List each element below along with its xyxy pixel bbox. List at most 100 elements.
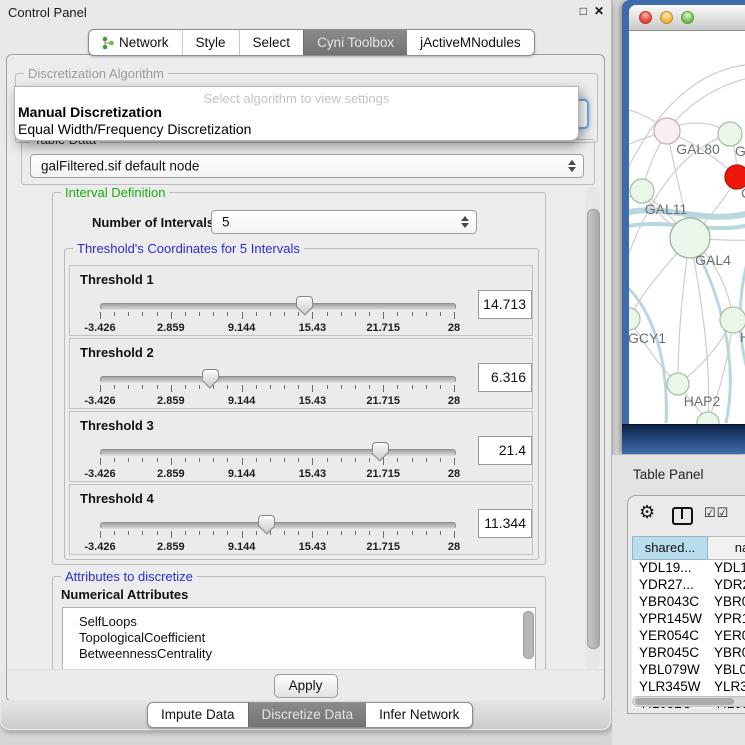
table-horizontal-scrollbar[interactable] xyxy=(632,696,745,707)
slider-tick-label: -3.426 xyxy=(84,468,115,480)
threshold-value-field[interactable]: 6.316 xyxy=(478,363,532,392)
close-traffic-light-icon[interactable] xyxy=(639,11,652,24)
tab-style[interactable]: Style xyxy=(182,30,239,55)
table-row[interactable]: YPR145WYPR145... xyxy=(632,611,745,628)
network-node[interactable] xyxy=(667,373,689,395)
cell-name[interactable]: YBL079... xyxy=(708,662,745,679)
tab-label: Network xyxy=(119,35,169,50)
slider-tick xyxy=(284,312,285,316)
network-node[interactable] xyxy=(629,308,640,330)
cell-name[interactable]: YDL19... xyxy=(708,560,745,577)
table-row[interactable]: YDR27...YDR27... xyxy=(632,577,745,594)
group-title: Threshold's Coordinates for 5 Intervals xyxy=(73,241,304,256)
cell-name[interactable]: YDR27... xyxy=(708,577,745,594)
table-row[interactable]: YER054CYER054... xyxy=(632,628,745,645)
tab-jactivemnodules[interactable]: jActiveMNodules xyxy=(407,30,534,55)
float-window-icon[interactable]: □ xyxy=(580,4,587,18)
table-data-value: galFiltered.sif default node xyxy=(41,159,199,174)
tab-select[interactable]: Select xyxy=(239,30,304,55)
cell-shared-name[interactable]: YBR043C xyxy=(632,594,708,611)
tab-label: Cyni Toolbox xyxy=(317,35,394,50)
column-header-name[interactable]: name xyxy=(708,536,745,560)
cell-shared-name[interactable]: YLR345W xyxy=(632,679,708,696)
slider-tick xyxy=(171,312,172,319)
cell-shared-name[interactable]: YER054C xyxy=(632,628,708,645)
zoom-traffic-light-icon[interactable] xyxy=(681,11,694,24)
slider-tick xyxy=(242,458,243,465)
network-node[interactable] xyxy=(630,179,654,203)
table-row[interactable]: YBR043CYBR043... xyxy=(632,594,745,611)
slider-track[interactable] xyxy=(100,376,456,383)
num-intervals-label: Number of Intervals xyxy=(92,215,214,230)
cell-shared-name[interactable]: YDR27... xyxy=(632,577,708,594)
attributes-list-scrollbar[interactable] xyxy=(522,610,533,669)
table-row[interactable]: YBR045CYBR045... xyxy=(632,645,745,662)
cell-name[interactable]: YLR345... xyxy=(708,679,745,696)
table-data-combobox[interactable]: galFiltered.sif default node xyxy=(30,154,584,178)
group-title: Attributes to discretize xyxy=(61,569,197,584)
tab-cyni-toolbox[interactable]: Cyni Toolbox xyxy=(303,30,407,55)
attribute-list-item[interactable]: BetweennessCentrality xyxy=(63,646,535,662)
bottom-tab-discretize-data[interactable]: Discretize Data xyxy=(248,703,367,727)
threshold-slider[interactable]: -3.4262.8599.14415.4321.71528 xyxy=(100,513,454,555)
slider-track[interactable] xyxy=(100,449,456,456)
table-row[interactable]: YBL079WYBL079... xyxy=(632,662,745,679)
network-edge xyxy=(678,238,690,384)
scrollbar-thumb[interactable] xyxy=(635,698,734,705)
threshold-slider[interactable]: -3.4262.8599.14415.4321.71528 xyxy=(100,367,454,409)
slider-thumb[interactable] xyxy=(372,442,389,453)
dropdown-option-equal-width[interactable]: Equal Width/Frequency Discretization xyxy=(18,121,251,137)
network-window-titlebar[interactable] xyxy=(629,5,745,31)
threshold-value-field[interactable]: 14.713 xyxy=(478,290,532,319)
slider-tick xyxy=(142,531,143,535)
threshold-value-field[interactable]: 11.344 xyxy=(478,509,532,538)
slider-track[interactable] xyxy=(100,522,456,529)
column-header-shared-name[interactable]: shared... xyxy=(632,536,708,560)
network-canvas[interactable]: GAL80GACGAL11GAL4GCY1HHAP2 xyxy=(629,31,745,424)
threshold-value-field[interactable]: 21.4 xyxy=(478,436,532,465)
dropdown-option-manual[interactable]: Manual Discretization xyxy=(18,104,162,120)
threshold-slider[interactable]: -3.4262.8599.14415.4321.71528 xyxy=(100,294,454,336)
gear-icon[interactable]: ⚙ xyxy=(639,502,655,523)
num-intervals-combobox[interactable]: 5 xyxy=(211,210,477,234)
cell-shared-name[interactable]: YBR045C xyxy=(632,645,708,662)
cell-name[interactable]: YBR045... xyxy=(708,645,745,662)
table-header-row: shared... name xyxy=(632,536,745,560)
scrollbar-thumb[interactable] xyxy=(587,209,600,649)
slider-thumb[interactable] xyxy=(258,515,275,526)
slider-tick xyxy=(284,531,285,535)
slider-tick xyxy=(284,458,285,462)
close-icon[interactable]: ✕ xyxy=(594,4,604,18)
cell-shared-name[interactable]: YPR145W xyxy=(632,611,708,628)
bottom-tab-infer-network[interactable]: Infer Network xyxy=(366,703,472,727)
select-columns-icon[interactable]: ☑☑ xyxy=(704,505,729,521)
threshold-label: Threshold 3 xyxy=(80,418,154,433)
panel-vertical-scrollbar[interactable] xyxy=(585,187,600,669)
tab-network[interactable]: Network xyxy=(89,30,182,55)
split-columns-icon[interactable] xyxy=(672,507,693,525)
minimize-traffic-light-icon[interactable] xyxy=(660,11,673,24)
threshold-slider[interactable]: -3.4262.8599.14415.4321.71528 xyxy=(100,440,454,482)
threshold-row: Threshold 4-3.4262.8599.14415.4321.71528… xyxy=(69,484,533,555)
cell-name[interactable]: YER054... xyxy=(708,628,745,645)
slider-tick-label: 21.715 xyxy=(366,322,400,334)
cell-shared-name[interactable]: YBL079W xyxy=(632,662,708,679)
slider-tick-label: 28 xyxy=(448,541,460,553)
cell-shared-name[interactable]: YDL19... xyxy=(632,560,708,577)
apply-button[interactable]: Apply xyxy=(274,674,338,698)
cell-name[interactable]: YPR145... xyxy=(708,611,745,628)
bottom-tab-impute-data[interactable]: Impute Data xyxy=(148,703,248,727)
slider-tick xyxy=(312,458,313,465)
attribute-list-item[interactable]: SelfLoops xyxy=(63,614,535,630)
table-row[interactable]: YLR345WYLR345... xyxy=(632,679,745,696)
attribute-list-item[interactable]: TopologicalCoefficient xyxy=(63,630,535,646)
network-node[interactable] xyxy=(697,412,719,424)
cell-name[interactable]: YBR043... xyxy=(708,594,745,611)
slider-tick xyxy=(412,458,413,462)
table-row[interactable]: YDL19...YDL19... xyxy=(632,560,745,577)
slider-thumb[interactable] xyxy=(202,369,219,380)
threshold-row: Threshold 1-3.4262.8599.14415.4321.71528… xyxy=(69,265,533,336)
slider-track[interactable] xyxy=(100,303,456,310)
slider-thumb[interactable] xyxy=(296,296,313,307)
threshold-row: Threshold 3 -3.4262.8599.14415.4321.71528… xyxy=(69,411,533,482)
